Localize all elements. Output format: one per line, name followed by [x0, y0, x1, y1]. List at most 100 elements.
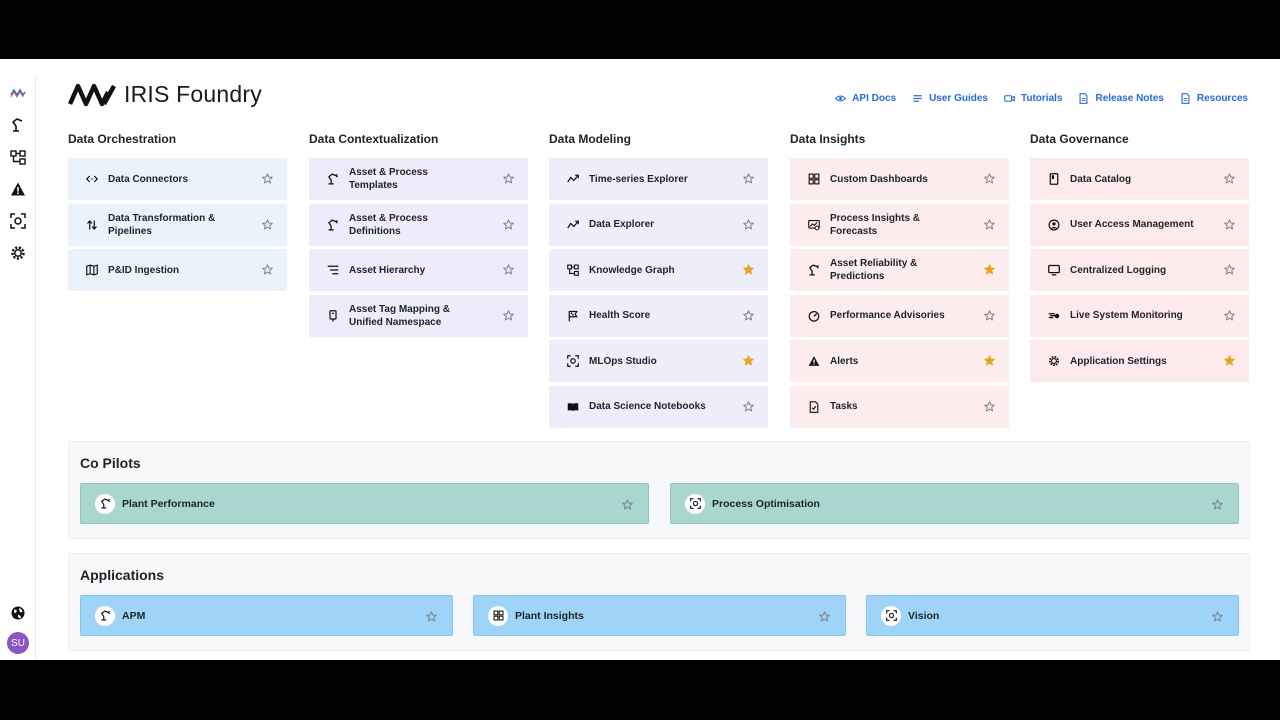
star-icon[interactable] — [262, 173, 273, 184]
copilot-card[interactable]: Process Optimisation — [670, 483, 1239, 524]
star-icon[interactable] — [1224, 173, 1235, 184]
module-card[interactable]: Health Score — [549, 294, 768, 337]
star-icon[interactable] — [1212, 611, 1223, 622]
module-card[interactable]: Time-series Explorer — [549, 158, 768, 200]
star-icon[interactable] — [984, 218, 995, 230]
module-label: P&ID Ingestion — [108, 264, 180, 276]
robot-arm-icon — [325, 171, 341, 187]
module-card[interactable]: Data Catalog — [1030, 158, 1249, 200]
globe-icon[interactable] — [8, 603, 28, 623]
star-icon[interactable] — [984, 264, 995, 275]
star-icon[interactable] — [262, 264, 273, 275]
star-icon[interactable] — [503, 173, 514, 184]
module-card[interactable]: Asset Reliability & Predictions — [790, 249, 1009, 291]
star-icon[interactable] — [743, 264, 754, 275]
module-card[interactable]: Data Science Notebooks — [549, 385, 768, 428]
star-icon[interactable] — [503, 309, 514, 321]
module-label: Data Explorer — [589, 219, 655, 230]
toplink-tutorials[interactable]: Tutorials — [1004, 93, 1062, 104]
star-icon[interactable] — [743, 309, 754, 321]
toplink-label: Tutorials — [1021, 93, 1063, 104]
module-card[interactable]: Asset & Process Definitions — [309, 203, 528, 246]
star-icon[interactable] — [743, 355, 754, 366]
star-icon[interactable] — [1224, 218, 1235, 230]
module-label: Time-series Explorer — [589, 173, 688, 185]
gauge-icon — [806, 308, 822, 324]
toplink-api-docs[interactable]: API Docs — [835, 93, 896, 104]
module-card[interactable]: User Access Management — [1030, 203, 1249, 246]
copilots-section: Co Pilots Plant Performance Process Optim… — [68, 441, 1250, 539]
star-icon[interactable] — [819, 611, 830, 622]
module-card[interactable]: P&ID Ingestion — [68, 249, 287, 291]
module-card[interactable]: Performance Advisories — [790, 294, 1009, 337]
star-icon[interactable] — [984, 309, 995, 321]
column-data-modeling: Data Modeling Time-series Explorer Data Ex… — [549, 133, 768, 431]
star-icon[interactable] — [984, 355, 995, 366]
home-logo-icon[interactable] — [8, 83, 28, 103]
graph-icon[interactable] — [8, 147, 28, 167]
module-label: Data Science Notebooks — [589, 401, 706, 412]
module-card[interactable]: Tasks — [790, 385, 1009, 428]
module-card[interactable]: Asset Hierarchy — [309, 249, 528, 291]
star-icon[interactable] — [743, 173, 754, 184]
toplink-resources[interactable]: Resources — [1180, 93, 1248, 104]
module-label: Asset Tag Mapping & Unified Namespace — [349, 303, 450, 328]
monitor-icon — [1046, 262, 1062, 278]
star-icon[interactable] — [984, 400, 995, 412]
star-icon[interactable] — [984, 173, 995, 184]
warning-icon[interactable] — [8, 179, 28, 199]
column-title: Data Modeling — [549, 132, 632, 146]
module-card[interactable]: Live System Monitoring — [1030, 294, 1249, 337]
star-icon[interactable] — [426, 611, 437, 622]
module-card[interactable]: Data Connectors — [68, 158, 287, 200]
star-icon[interactable] — [1224, 309, 1235, 321]
star-icon[interactable] — [743, 400, 754, 412]
module-card[interactable]: Knowledge Graph — [549, 249, 768, 291]
application-card[interactable]: Vision — [866, 595, 1239, 636]
user-circle-icon — [1046, 217, 1062, 233]
gear-icon — [1046, 353, 1062, 369]
application-card[interactable]: APM — [80, 595, 453, 636]
robot-arm-icon[interactable] — [8, 115, 28, 135]
module-card[interactable]: Asset & Process Templates — [309, 158, 528, 200]
application-card[interactable]: Plant Insights — [473, 595, 846, 636]
app-window: SU IRIS Foundry API Docs User Guides Tutor… — [0, 59, 1280, 660]
copilot-card[interactable]: Plant Performance — [80, 483, 649, 524]
star-icon[interactable] — [503, 218, 514, 230]
module-label: Live System Monitoring — [1070, 310, 1183, 321]
star-icon[interactable] — [743, 218, 754, 230]
toplink-release-notes[interactable]: Release Notes — [1078, 93, 1164, 104]
star-icon[interactable] — [1224, 355, 1235, 366]
column-data-orchestration: Data Orchestration Data Connectors Data Tr… — [68, 133, 287, 295]
star-icon[interactable] — [622, 499, 633, 510]
module-card[interactable]: Alerts — [790, 340, 1009, 382]
star-icon[interactable] — [1224, 264, 1235, 275]
toplink-label: Resources — [1196, 93, 1248, 104]
star-icon[interactable] — [1212, 499, 1223, 510]
connector-icon — [84, 171, 100, 187]
module-card[interactable]: Asset Tag Mapping & Unified Namespace — [309, 294, 528, 337]
focus-icon[interactable] — [8, 211, 28, 231]
module-card[interactable]: Process Insights & Forecasts — [790, 203, 1009, 246]
task-icon — [806, 399, 822, 415]
robot-arm-icon — [806, 262, 822, 278]
star-icon[interactable] — [262, 218, 273, 230]
toplink-user-guides[interactable]: User Guides — [912, 93, 988, 104]
module-label: Centralized Logging — [1070, 264, 1167, 276]
module-card[interactable]: Application Settings — [1030, 340, 1249, 382]
brand-logo[interactable]: IRIS Foundry — [68, 81, 262, 108]
module-card[interactable]: Data Transformation & Pipelines — [68, 203, 287, 246]
column-data-insights: Data Insights Custom Dashboards Process In… — [790, 133, 1009, 431]
avatar-initials: SU — [11, 637, 25, 649]
star-icon[interactable] — [503, 264, 514, 275]
application-label: Vision — [908, 609, 940, 622]
module-card[interactable]: Data Explorer — [549, 203, 768, 246]
module-card[interactable]: Custom Dashboards — [790, 158, 1009, 200]
application-label: APM — [122, 609, 146, 622]
avatar[interactable]: SU — [7, 632, 29, 654]
module-label: Process Insights & Forecasts — [830, 212, 921, 237]
column-data-governance: Data Governance Data Catalog User Access M… — [1030, 133, 1249, 386]
module-card[interactable]: Centralized Logging — [1030, 249, 1249, 291]
module-card[interactable]: MLOps Studio — [549, 340, 768, 382]
gear-icon[interactable] — [8, 243, 28, 263]
